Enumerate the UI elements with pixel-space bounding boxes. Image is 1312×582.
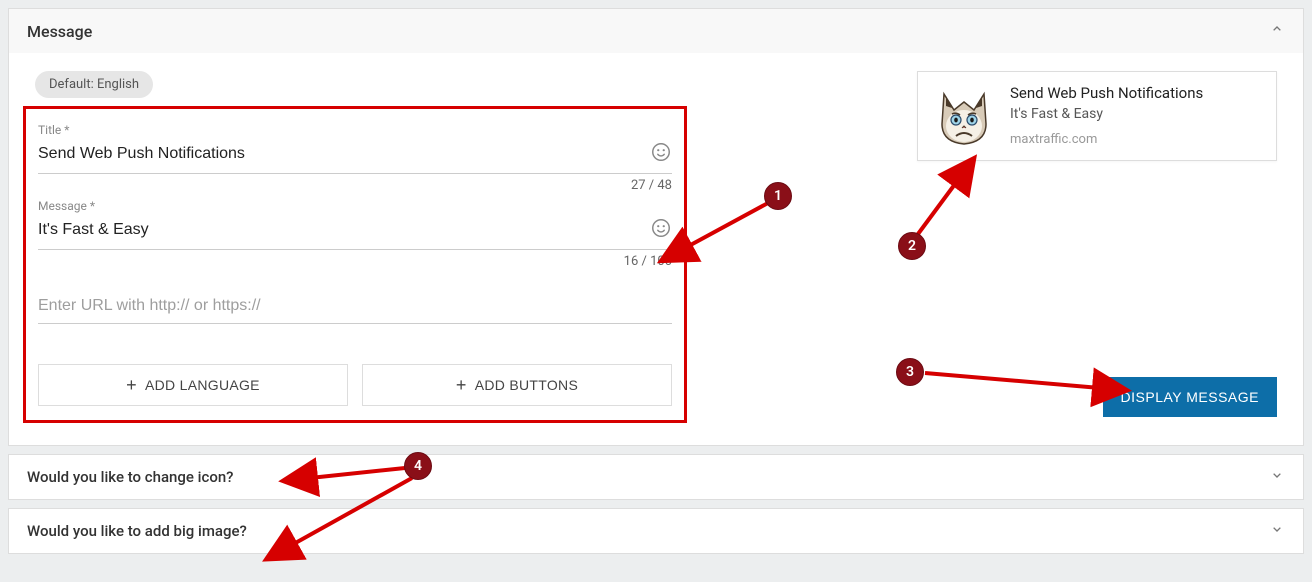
title-input[interactable] bbox=[38, 145, 650, 163]
message-panel-header[interactable]: Message bbox=[9, 9, 1303, 53]
add-language-label: ADD LANGUAGE bbox=[145, 377, 260, 393]
language-chip[interactable]: Default: English bbox=[35, 71, 153, 98]
message-label: Message * bbox=[38, 199, 672, 213]
highlighted-form-area: Title * 27 / 48 Message * bbox=[23, 106, 687, 423]
message-field: Message * 16 / 100 bbox=[38, 199, 672, 269]
change-icon-header[interactable]: Would you like to change icon? bbox=[9, 455, 1303, 499]
annotation-badge-1: 1 bbox=[764, 182, 792, 210]
annotation-badge-4: 4 bbox=[404, 452, 432, 480]
panel-title: Message bbox=[27, 22, 92, 41]
title-counter: 27 / 48 bbox=[38, 178, 672, 193]
emoji-icon[interactable] bbox=[650, 141, 672, 167]
url-input[interactable] bbox=[38, 297, 672, 315]
display-message-button[interactable]: DISPLAY MESSAGE bbox=[1103, 377, 1277, 417]
chevron-up-icon bbox=[1269, 21, 1285, 41]
add-buttons-button[interactable]: + ADD BUTTONS bbox=[362, 364, 672, 406]
annotation-badge-2: 2 bbox=[898, 232, 926, 260]
button-row: + ADD LANGUAGE + ADD BUTTONS bbox=[38, 364, 672, 406]
message-panel: Message Default: English Title * 27 / 48 bbox=[8, 8, 1304, 446]
panel-body: Default: English Title * 27 / 48 Message bbox=[9, 53, 1303, 445]
change-icon-title: Would you like to change icon? bbox=[27, 468, 233, 486]
annotation-badge-3: 3 bbox=[896, 358, 924, 386]
chevron-down-icon bbox=[1269, 467, 1285, 487]
message-input[interactable] bbox=[38, 221, 650, 239]
url-field bbox=[38, 293, 672, 324]
big-image-title: Would you like to add big image? bbox=[27, 522, 247, 540]
notification-preview: Send Web Push Notifications It's Fast & … bbox=[917, 71, 1277, 161]
title-field: Title * 27 / 48 bbox=[38, 123, 672, 193]
emoji-icon[interactable] bbox=[650, 217, 672, 243]
change-icon-panel: Would you like to change icon? bbox=[8, 454, 1304, 500]
chevron-down-icon bbox=[1269, 521, 1285, 541]
add-language-button[interactable]: + ADD LANGUAGE bbox=[38, 364, 348, 406]
preview-domain: maxtraffic.com bbox=[1010, 132, 1203, 147]
preview-icon-image bbox=[932, 84, 996, 148]
preview-body: It's Fast & Easy bbox=[1010, 106, 1203, 122]
title-label: Title * bbox=[38, 123, 672, 137]
preview-title: Send Web Push Notifications bbox=[1010, 84, 1203, 102]
big-image-header[interactable]: Would you like to add big image? bbox=[9, 509, 1303, 553]
add-buttons-label: ADD BUTTONS bbox=[475, 377, 578, 393]
message-counter: 16 / 100 bbox=[38, 254, 672, 269]
big-image-panel: Would you like to add big image? bbox=[8, 508, 1304, 554]
